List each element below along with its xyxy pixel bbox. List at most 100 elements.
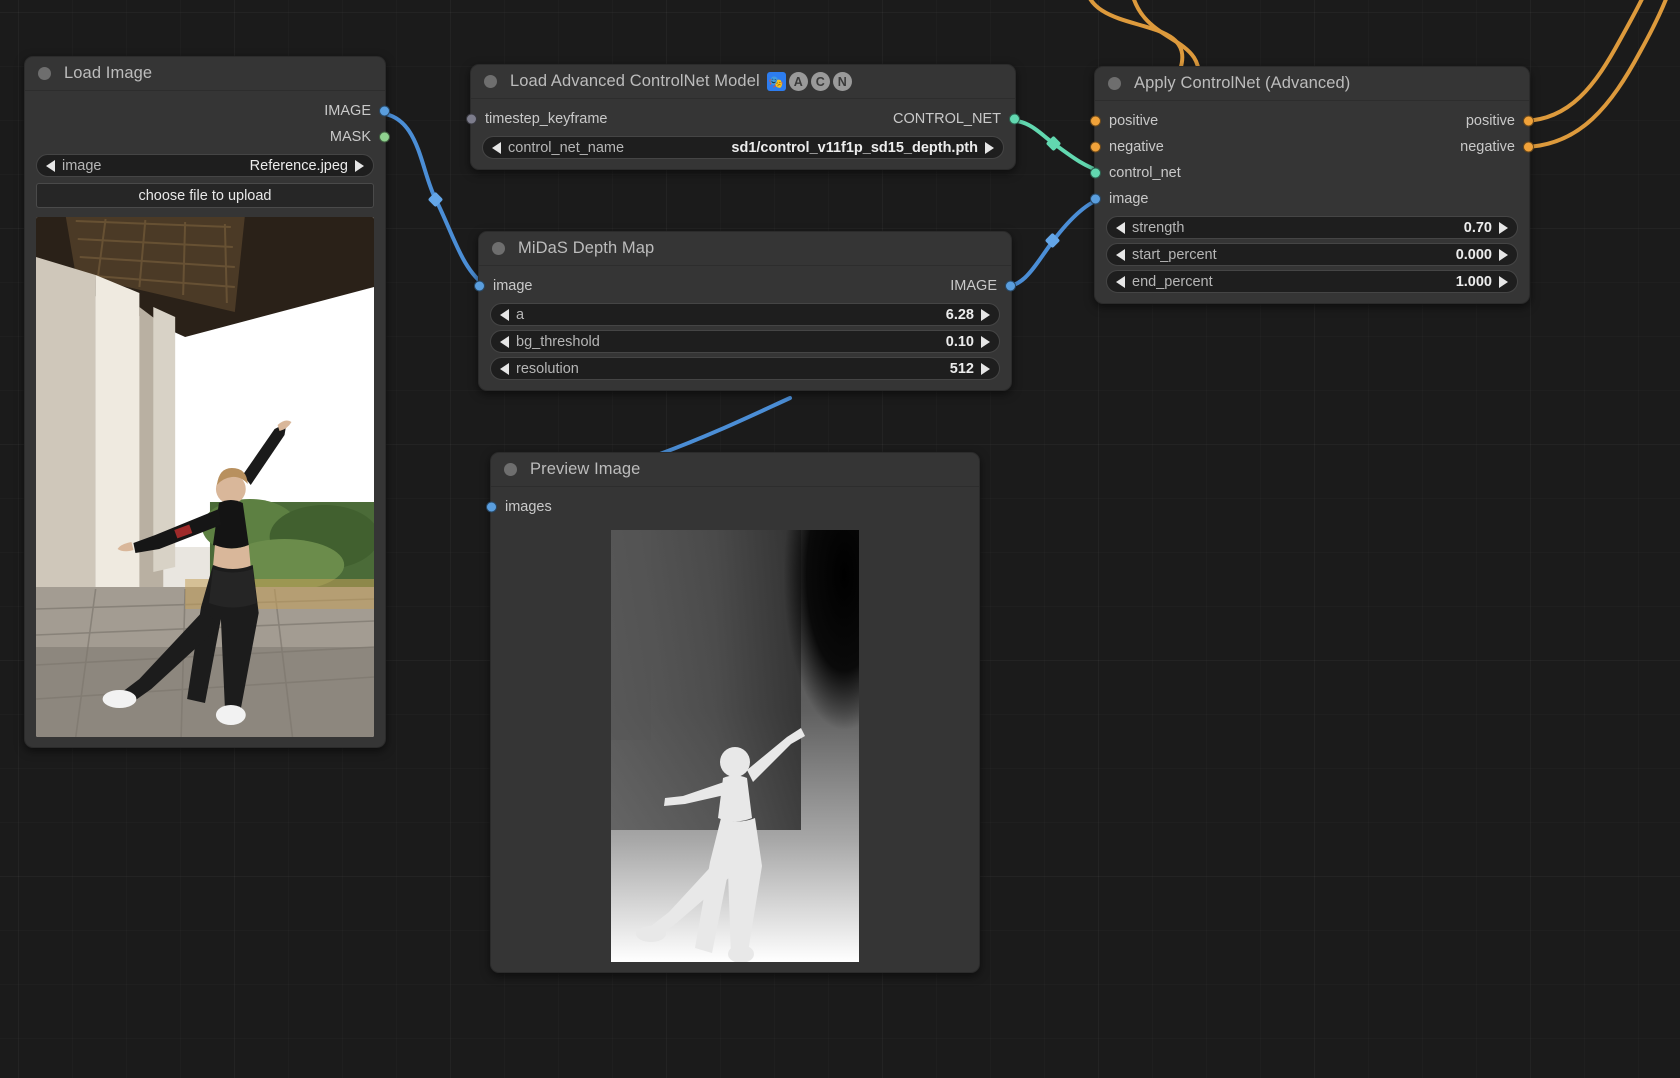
widget-label: control_net_name <box>508 140 624 156</box>
node-midas-depth-map[interactable]: MiDaS Depth Map image IMAGE a 6.28 bg_th… <box>478 231 1012 391</box>
output-slot-label: negative <box>1460 139 1515 155</box>
chevron-left-icon[interactable] <box>492 142 501 154</box>
upload-file-button[interactable]: choose file to upload <box>36 183 374 208</box>
io-row-image[interactable]: image IMAGE <box>479 273 1011 299</box>
image-input-port-dot[interactable] <box>1090 194 1101 205</box>
widget-label: image <box>62 158 102 174</box>
image-input-port-dot[interactable] <box>474 281 485 292</box>
link-midas-to-apply <box>1003 198 1103 287</box>
chevron-right-icon[interactable] <box>355 160 364 172</box>
widget-resolution[interactable]: resolution 512 <box>490 357 1000 380</box>
widget-label: bg_threshold <box>516 334 600 350</box>
io-row-timestep-controlnet[interactable]: timestep_keyframe CONTROL_NET <box>471 106 1015 132</box>
widget-value: 512 <box>950 361 974 377</box>
input-slot-label: images <box>505 499 552 515</box>
images-input-port-dot[interactable] <box>486 502 497 513</box>
collapse-dot-icon[interactable] <box>484 75 497 88</box>
positive-output-port-dot[interactable] <box>1523 116 1534 127</box>
chevron-left-icon[interactable] <box>1116 222 1125 234</box>
output-slot-label: MASK <box>330 129 371 145</box>
widget-value: sd1/control_v11f1p_sd15_depth.pth <box>731 140 978 156</box>
widget-label: strength <box>1132 220 1184 236</box>
image-output-port-dot[interactable] <box>1005 281 1016 292</box>
input-slot-image[interactable]: image <box>1095 186 1529 212</box>
chevron-left-icon[interactable] <box>500 363 509 375</box>
mask-port-dot[interactable] <box>379 132 390 143</box>
io-row-positive[interactable]: positive positive <box>1095 108 1529 134</box>
node-body: positive positive negative negative cont… <box>1095 101 1529 303</box>
output-slot-mask[interactable]: MASK <box>25 124 385 150</box>
chevron-left-icon[interactable] <box>46 160 55 172</box>
widget-end-percent[interactable]: end_percent 1.000 <box>1106 270 1518 293</box>
control-net-port-dot[interactable] <box>1009 114 1020 125</box>
depth-map-image <box>611 530 859 962</box>
node-title-label: MiDaS Depth Map <box>518 239 654 258</box>
image-port-dot[interactable] <box>379 106 390 117</box>
output-slot-image[interactable]: IMAGE <box>25 98 385 124</box>
node-load-image[interactable]: Load Image IMAGE MASK image Reference.jp… <box>24 56 386 748</box>
widget-value: 0.000 <box>1456 247 1492 263</box>
widget-control-net-name[interactable]: control_net_name sd1/control_v11f1p_sd15… <box>482 136 1004 159</box>
link-midpoint-dot <box>1045 233 1061 249</box>
widget-strength[interactable]: strength 0.70 <box>1106 216 1518 239</box>
chevron-left-icon[interactable] <box>1116 276 1125 288</box>
input-slot-label: control_net <box>1109 165 1181 181</box>
io-row-negative[interactable]: negative negative <box>1095 134 1529 160</box>
output-slot-label: positive <box>1466 113 1515 129</box>
chevron-right-icon[interactable] <box>1499 276 1508 288</box>
depth-map-preview[interactable] <box>611 530 859 962</box>
negative-input-port-dot[interactable] <box>1090 142 1101 153</box>
chevron-right-icon[interactable] <box>1499 249 1508 261</box>
node-title-label: Load Image <box>64 64 152 83</box>
chevron-right-icon[interactable] <box>985 142 994 154</box>
chevron-right-icon[interactable] <box>1499 222 1508 234</box>
node-titlebar[interactable]: Apply ControlNet (Advanced) <box>1095 67 1529 101</box>
positive-input-port-dot[interactable] <box>1090 116 1101 127</box>
widget-bg-threshold[interactable]: bg_threshold 0.10 <box>490 330 1000 353</box>
collapse-dot-icon[interactable] <box>1108 77 1121 90</box>
input-slot-control-net[interactable]: control_net <box>1095 160 1529 186</box>
node-titlebar[interactable]: MiDaS Depth Map <box>479 232 1011 266</box>
timestep-keyframe-port-dot[interactable] <box>466 114 477 125</box>
chevron-left-icon[interactable] <box>1116 249 1125 261</box>
widget-value: 0.10 <box>946 334 974 350</box>
badge-n-icon: N <box>833 72 852 91</box>
theater-masks-icon: 🎭 <box>767 72 786 91</box>
chevron-right-icon[interactable] <box>981 336 990 348</box>
node-title-label: Load Advanced ControlNet Model <box>510 72 760 91</box>
output-slot-label: IMAGE <box>324 103 371 119</box>
chevron-right-icon[interactable] <box>981 309 990 321</box>
negative-output-port-dot[interactable] <box>1523 142 1534 153</box>
input-slot-label: image <box>493 278 533 294</box>
input-slot-label: image <box>1109 191 1149 207</box>
widget-value: 1.000 <box>1456 274 1492 290</box>
node-preview-image[interactable]: Preview Image images <box>490 452 980 973</box>
control-net-input-port-dot[interactable] <box>1090 168 1101 179</box>
collapse-dot-icon[interactable] <box>492 242 505 255</box>
widget-a[interactable]: a 6.28 <box>490 303 1000 326</box>
collapse-dot-icon[interactable] <box>38 67 51 80</box>
node-graph-canvas[interactable]: Load Image IMAGE MASK image Reference.jp… <box>0 0 1680 1078</box>
widget-start-percent[interactable]: start_percent 0.000 <box>1106 243 1518 266</box>
loaded-image-thumbnail[interactable] <box>36 217 374 737</box>
badge-a-icon: A <box>789 72 808 91</box>
node-body: timestep_keyframe CONTROL_NET control_ne… <box>471 99 1015 169</box>
link-midpoint-dot <box>428 192 444 208</box>
badge-c-icon: C <box>811 72 830 91</box>
collapse-dot-icon[interactable] <box>504 463 517 476</box>
node-body: IMAGE MASK image Reference.jpeg choose f… <box>25 91 385 747</box>
input-slot-label: negative <box>1109 139 1164 155</box>
chevron-left-icon[interactable] <box>500 309 509 321</box>
node-body: images <box>491 487 979 972</box>
node-apply-controlnet-advanced[interactable]: Apply ControlNet (Advanced) positive pos… <box>1094 66 1530 304</box>
node-titlebar[interactable]: Preview Image <box>491 453 979 487</box>
node-titlebar[interactable]: Load Image <box>25 57 385 91</box>
widget-image-combo[interactable]: image Reference.jpeg <box>36 154 374 177</box>
input-slot-images[interactable]: images <box>491 494 979 520</box>
chevron-right-icon[interactable] <box>981 363 990 375</box>
chevron-left-icon[interactable] <box>500 336 509 348</box>
node-load-advanced-controlnet-model[interactable]: Load Advanced ControlNet Model 🎭 A C N t… <box>470 64 1016 170</box>
node-titlebar[interactable]: Load Advanced ControlNet Model 🎭 A C N <box>471 65 1015 99</box>
input-slot-label: positive <box>1109 113 1158 129</box>
link-negative-out <box>1522 0 1672 147</box>
